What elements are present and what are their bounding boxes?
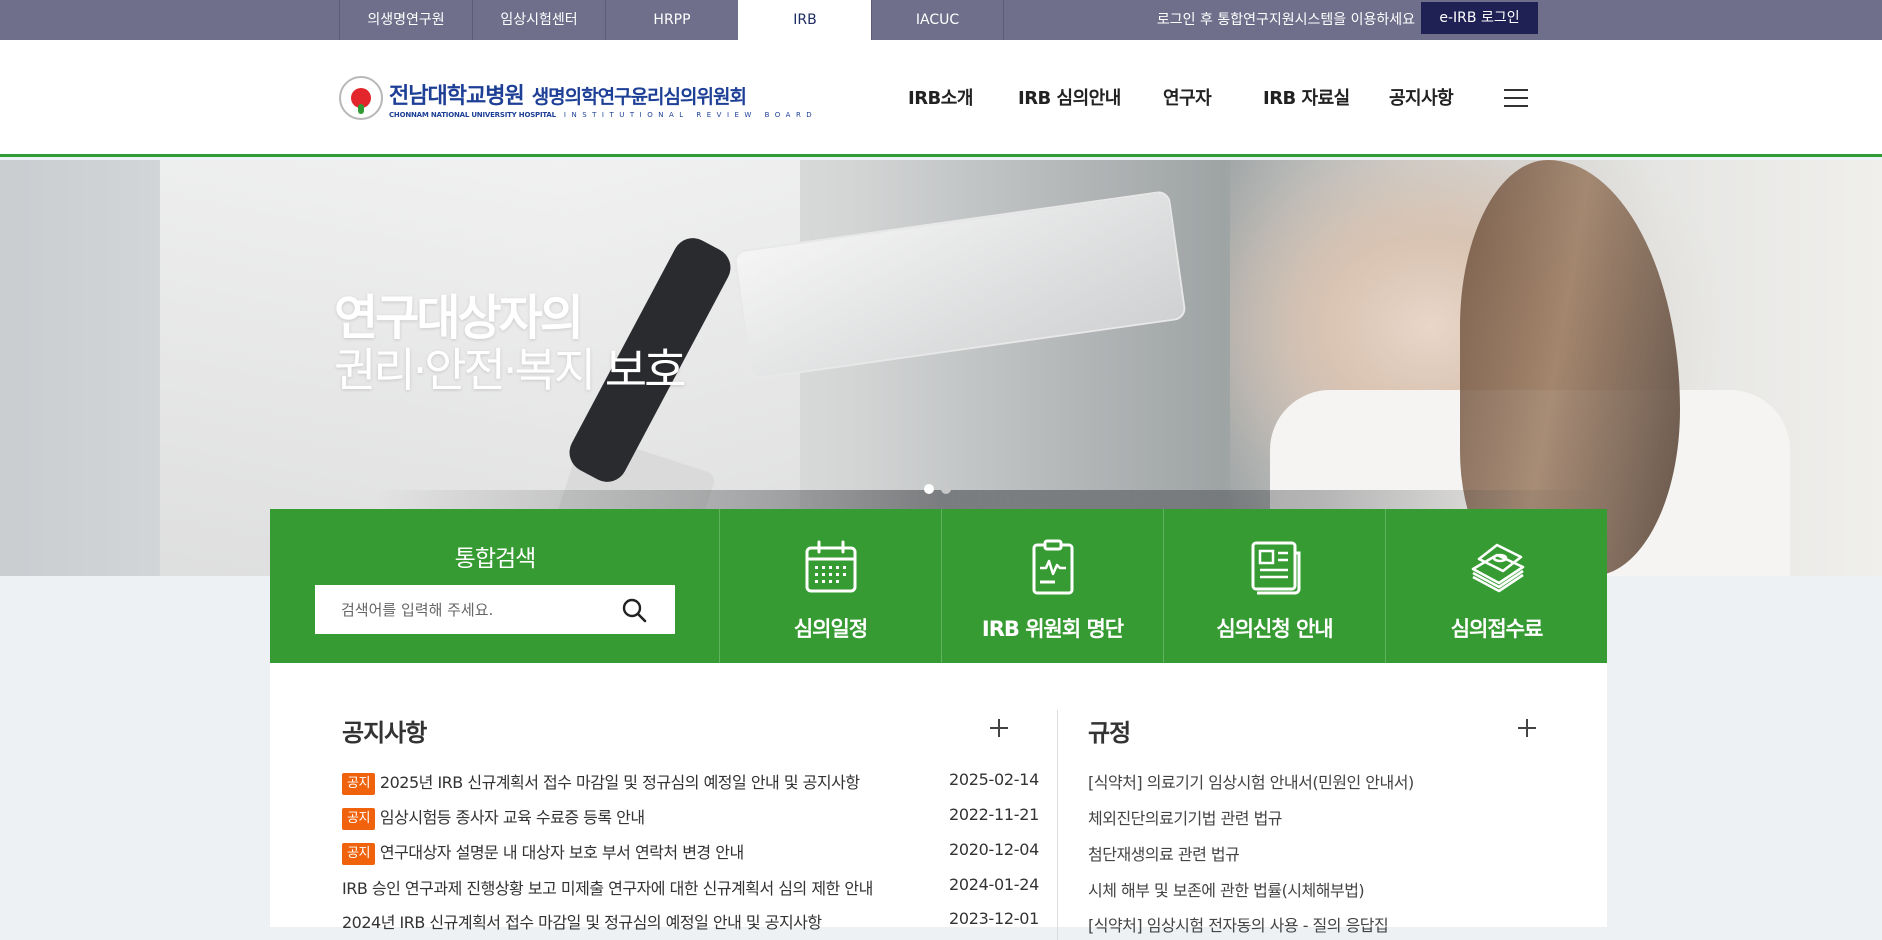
- search-title: 통합검색: [454, 546, 537, 572]
- rules-item[interactable]: 체외진단의료기기법 관련 법규: [1088, 805, 1283, 829]
- tab-iacuc[interactable]: IACUC: [871, 0, 1004, 40]
- notice-item-date: 2025-02-14: [949, 770, 1039, 789]
- notice-item-title: IRB 승인 연구과제 진행상황 보고 미제출 연구자에 대한 신규계획서 심의…: [342, 879, 873, 898]
- rules-item[interactable]: 첨단재생의료 관련 법규: [1088, 841, 1240, 865]
- hero-pagination: [924, 484, 958, 494]
- rules-item[interactable]: 시체 해부 및 보존에 관한 법률(시체해부법): [1088, 877, 1365, 901]
- search-field: [315, 585, 675, 634]
- notice-item-title: 2024년 IRB 신규계획서 접수 마감일 및 정규심의 예정일 안내 및 공…: [342, 913, 822, 932]
- notice-item[interactable]: IRB 승인 연구과제 진행상황 보고 미제출 연구자에 대한 신규계획서 심의…: [342, 875, 873, 899]
- quick-link-label: 심의접수료: [1450, 617, 1544, 641]
- logo-hospital-name-en: CHONNAM NATIONAL UNIVERSITY HOSPITAL: [389, 110, 556, 119]
- tab-hrpp[interactable]: HRPP: [605, 0, 738, 40]
- notice-item-title: 2025년 IRB 신규계획서 접수 마감일 및 정규심의 예정일 안내 및 공…: [379, 773, 860, 792]
- notice-badge: 공지: [342, 843, 375, 865]
- tab-biomedical-institute[interactable]: 의생명연구원: [339, 0, 472, 40]
- notice-item-date: 2023-12-01: [949, 909, 1039, 928]
- quick-link-application-guide[interactable]: 심의신청 안내: [1164, 509, 1386, 663]
- quick-link-label: IRB 위원회 명단: [981, 617, 1124, 641]
- quick-link-irb-members[interactable]: IRB 위원회 명단: [942, 509, 1164, 663]
- logo-irb-name-en: INSTITUTIONAL REVIEW BOARD: [563, 110, 818, 119]
- newspaper-icon: [1251, 541, 1301, 595]
- search-icon[interactable]: [621, 597, 647, 623]
- notice-badge: 공지: [342, 773, 375, 795]
- quick-link-label: 심의신청 안내: [1216, 617, 1333, 641]
- notice-item[interactable]: 공지 연구대상자 설명문 내 대상자 보호 부서 연락처 변경 안내: [342, 839, 744, 865]
- quick-link-review-fee[interactable]: 심의접수료: [1386, 509, 1607, 663]
- search-input[interactable]: [315, 585, 605, 634]
- tab-irb[interactable]: IRB: [738, 0, 871, 40]
- clipboard-icon: [1032, 539, 1074, 595]
- site-tabs: 의생명연구원 임상시험센터 HRPP IRB IACUC: [339, 0, 1004, 40]
- gnb-irb-review-guide[interactable]: IRB 심의안내: [1018, 40, 1121, 157]
- hero-photo-tablet: [733, 190, 1187, 380]
- quick-menu: 통합검색 심의일정 IRB: [270, 509, 1607, 663]
- eirb-login-button[interactable]: e-IRB 로그인: [1421, 2, 1538, 34]
- hero-subheadline: 권리·안전·복지 보호: [334, 343, 686, 397]
- notice-item[interactable]: 공지 임상시험등 종사자 교육 수료증 등록 안내: [342, 804, 645, 830]
- notice-badge: 공지: [342, 808, 375, 830]
- rules-item[interactable]: [식약처] 임상시험 전자동의 사용 - 질의 응답집: [1088, 912, 1389, 936]
- site-header: 전남대학교병원 생명의학연구윤리심의위원회 CHONNAM NATIONAL U…: [0, 40, 1882, 157]
- hospital-seal-icon: [339, 76, 383, 120]
- rules-title[interactable]: 규정: [1088, 713, 1131, 748]
- notice-item[interactable]: 2024년 IRB 신규계획서 접수 마감일 및 정규심의 예정일 안내 및 공…: [342, 909, 822, 933]
- top-utility-bar: 의생명연구원 임상시험센터 HRPP IRB IACUC 로그인 후 통합연구지…: [0, 0, 1882, 40]
- slide-dot-2[interactable]: [941, 484, 951, 494]
- notice-item-title: 임상시험등 종사자 교육 수료증 등록 안내: [379, 808, 645, 827]
- site-logo[interactable]: 전남대학교병원 생명의학연구윤리심의위원회 CHONNAM NATIONAL U…: [339, 76, 817, 120]
- column-divider: [1057, 710, 1058, 940]
- notice-item[interactable]: 공지 2025년 IRB 신규계획서 접수 마감일 및 정규심의 예정일 안내 및…: [342, 769, 860, 795]
- logo-irb-name: 생명의학연구윤리심의위원회: [531, 85, 747, 108]
- notice-item-title: 연구대상자 설명문 내 대상자 보호 부서 연락처 변경 안내: [379, 843, 744, 862]
- integrated-search: 통합검색: [270, 509, 720, 663]
- rules-item[interactable]: [식약처] 의료기기 임상시험 안내서(민원인 안내서): [1088, 769, 1414, 793]
- notice-item-date: 2022-11-21: [949, 805, 1039, 824]
- login-message: 로그인 후 통합연구지원시스템을 이용하세요: [1156, 12, 1415, 28]
- slide-dot-1[interactable]: [924, 484, 934, 494]
- gnb-irb-intro[interactable]: IRB소개: [908, 40, 973, 157]
- gnb-researcher[interactable]: 연구자: [1163, 40, 1212, 157]
- notice-title[interactable]: 공지사항: [342, 713, 427, 748]
- quick-link-review-schedule[interactable]: 심의일정: [720, 509, 942, 663]
- money-stack-icon: [1471, 543, 1525, 593]
- gnb-irb-archive[interactable]: IRB 자료실: [1263, 40, 1350, 157]
- gnb-notice[interactable]: 공지사항: [1389, 40, 1454, 157]
- calendar-icon: [805, 540, 857, 593]
- notice-more-icon[interactable]: [990, 719, 1008, 737]
- tab-clinical-trial-center[interactable]: 임상시험센터: [472, 0, 605, 40]
- board-section: 공지사항 공지 2025년 IRB 신규계획서 접수 마감일 및 정규심의 예정일…: [270, 663, 1607, 940]
- notice-item-date: 2020-12-04: [949, 840, 1039, 859]
- notice-item-date: 2024-01-24: [949, 875, 1039, 894]
- quick-link-label: 심의일정: [793, 617, 868, 641]
- rules-more-icon[interactable]: [1518, 719, 1536, 737]
- menu-icon[interactable]: [1504, 89, 1528, 107]
- logo-hospital-name: 전남대학교병원: [389, 83, 525, 109]
